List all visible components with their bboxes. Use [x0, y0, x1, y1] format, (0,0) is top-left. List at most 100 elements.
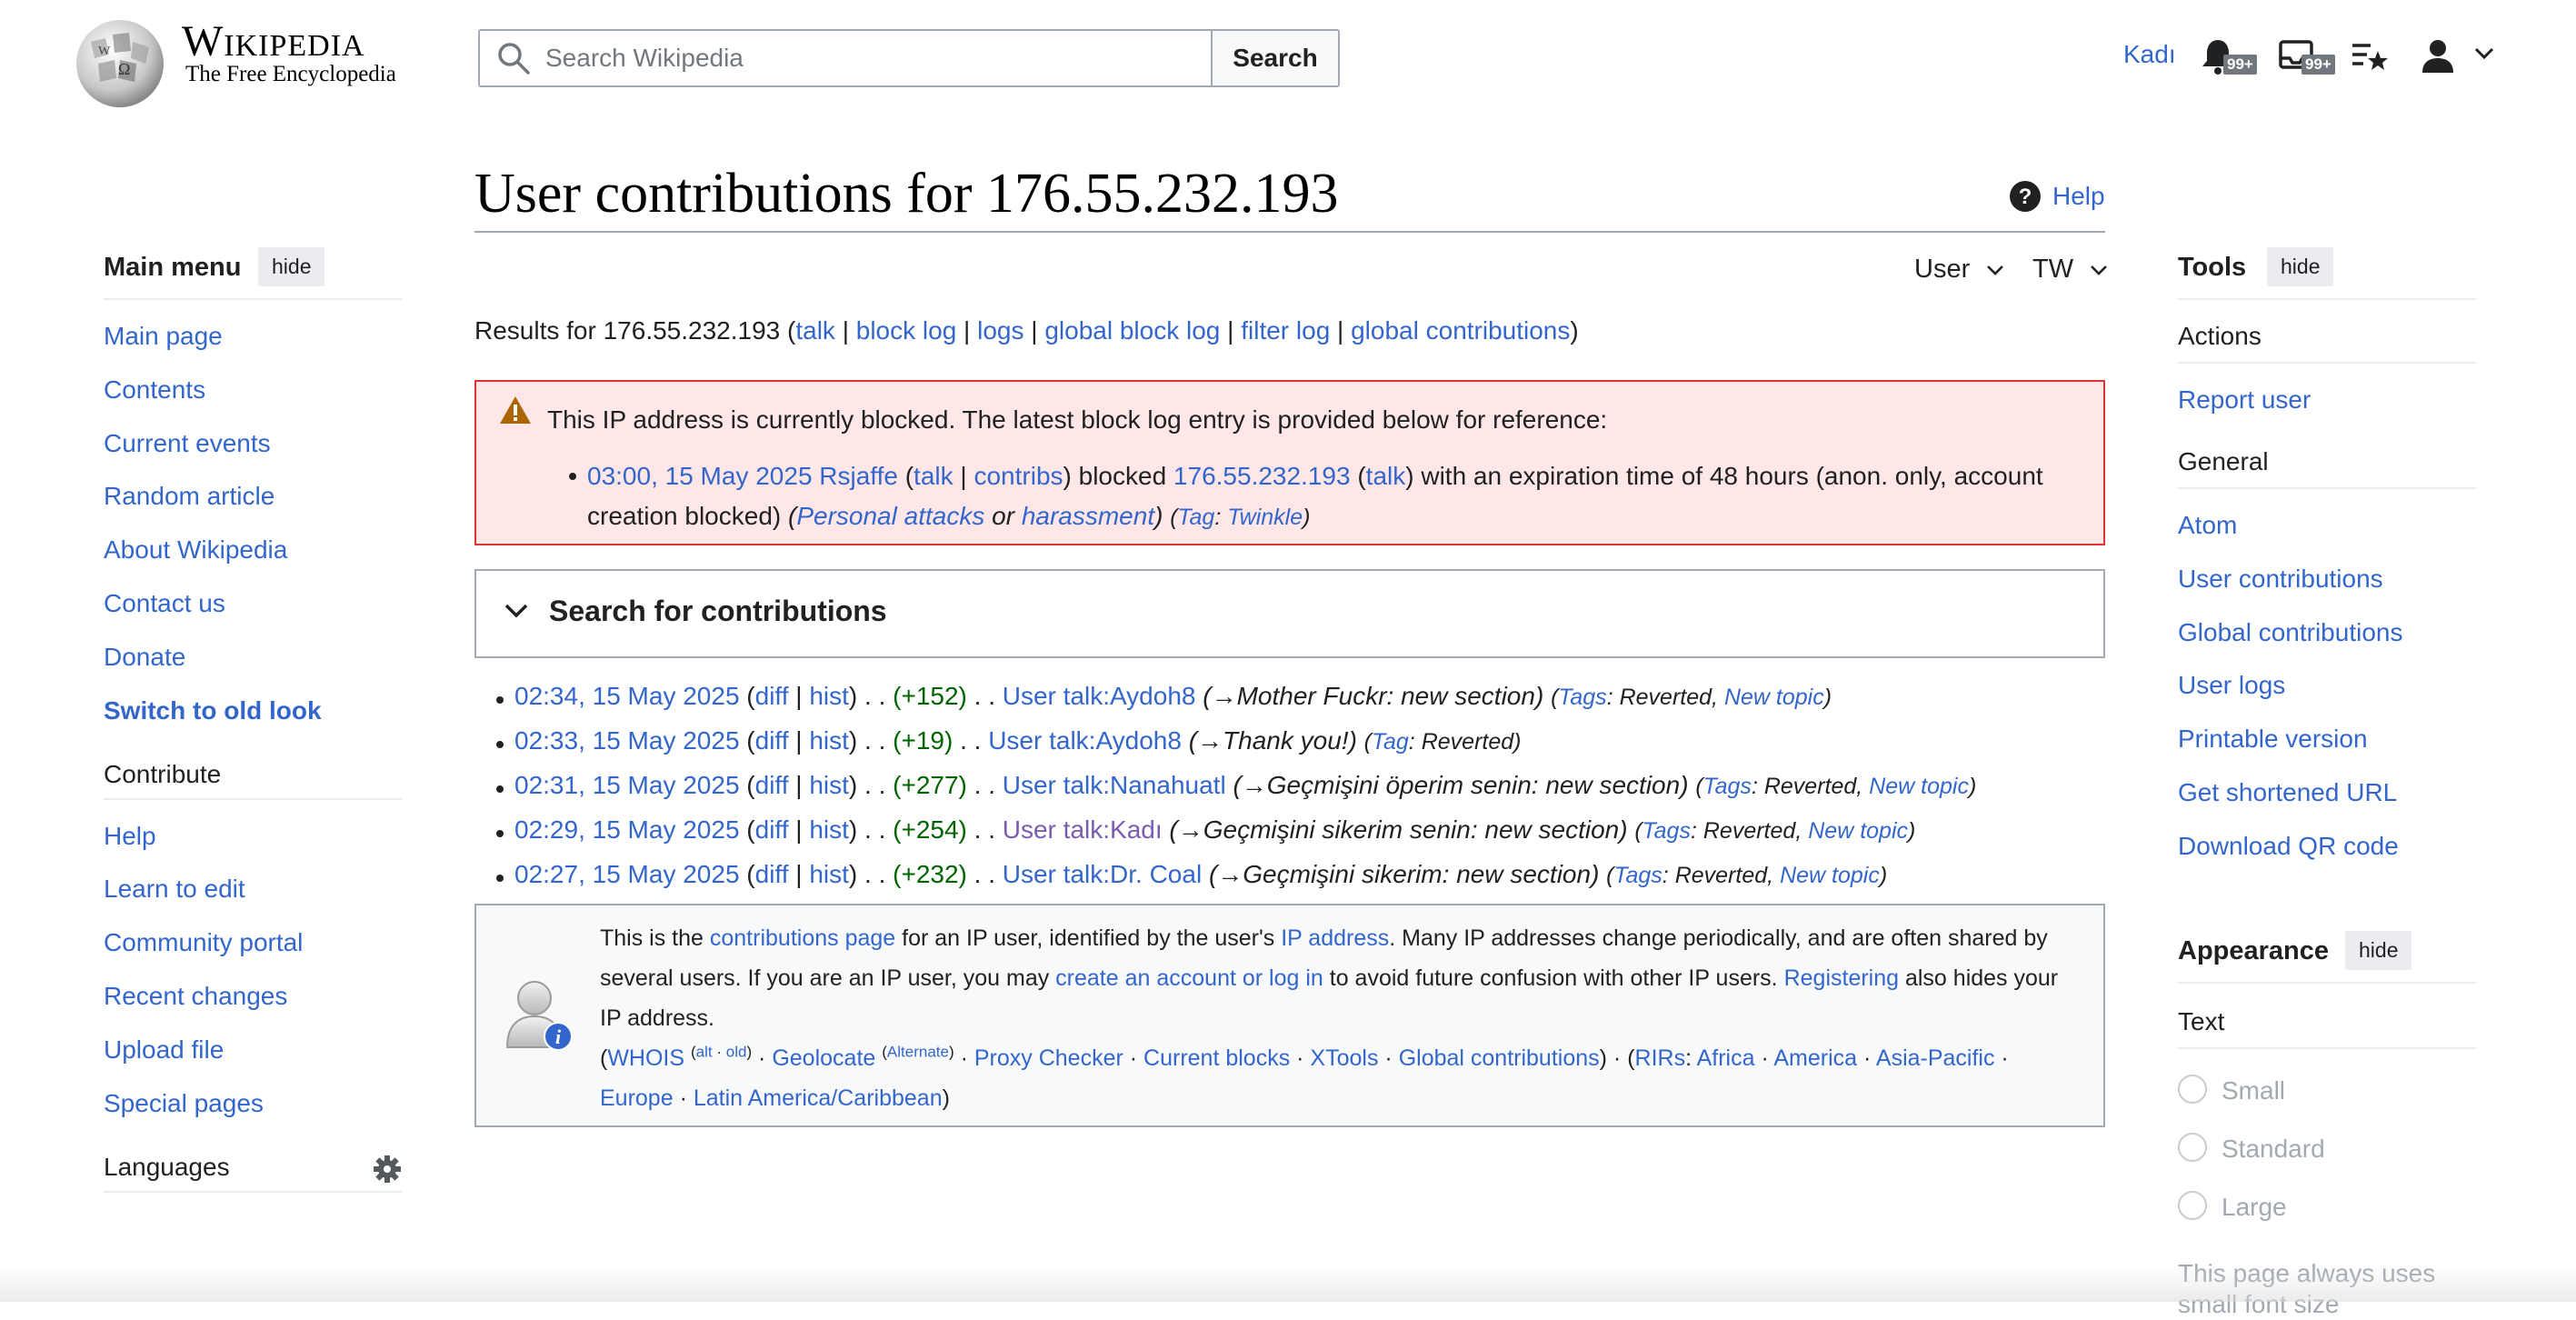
tags-link[interactable]: Tags — [1642, 818, 1691, 844]
whois-link[interactable]: WHOIS — [607, 1045, 684, 1071]
ip-address-link[interactable]: IP address — [1281, 925, 1389, 951]
sidebar-item-random-article[interactable]: Random article — [104, 482, 275, 511]
global-block-log-link[interactable]: global block log — [1044, 316, 1220, 345]
tags-link[interactable]: Tags — [1558, 685, 1606, 710]
diff-link[interactable]: diff — [755, 771, 789, 799]
hist-link[interactable]: hist — [809, 726, 849, 755]
blocked-ip-link[interactable]: 176.55.232.193 — [1173, 462, 1351, 490]
user-contributions-link[interactable]: User contributions — [2178, 565, 2383, 594]
admin-contribs-link[interactable]: contribs — [973, 462, 1063, 490]
search-button[interactable]: Search — [1211, 29, 1340, 87]
diff-link[interactable]: diff — [755, 815, 789, 844]
sidebar-item-special-pages[interactable]: Special pages — [104, 1089, 264, 1118]
sidebar-item-current-events[interactable]: Current events — [104, 429, 271, 458]
diff-link[interactable]: diff — [755, 682, 789, 710]
america-link[interactable]: America — [1773, 1045, 1857, 1071]
contrib-timestamp-link[interactable]: 02:33, 15 May 2025 — [514, 726, 740, 755]
diff-link[interactable]: diff — [755, 726, 789, 755]
tags-link[interactable]: Tags — [1614, 863, 1662, 888]
main-menu-hide-button[interactable]: hide — [258, 247, 325, 286]
atom-link[interactable]: Atom — [2178, 511, 2237, 540]
proxy-checker-link[interactable]: Proxy Checker — [974, 1045, 1123, 1071]
admin-talk-link[interactable]: talk — [914, 462, 954, 490]
watchlist-icon[interactable] — [2349, 36, 2389, 76]
sidebar-item-main-page[interactable]: Main page — [104, 322, 223, 351]
geolocate-link[interactable]: Geolocate — [772, 1045, 875, 1071]
shortened-url-link[interactable]: Get shortened URL — [2178, 778, 2397, 807]
create-account-link[interactable]: create an account or log in — [1055, 965, 1323, 991]
latin-america-link[interactable]: Latin America/Caribbean — [694, 1085, 943, 1111]
sidebar-item-recent-changes[interactable]: Recent changes — [104, 982, 287, 1011]
europe-link[interactable]: Europe — [600, 1085, 674, 1111]
admin-link[interactable]: Rsjaffe — [819, 462, 898, 490]
whois-old-link[interactable]: old — [726, 1044, 747, 1061]
hist-link[interactable]: hist — [809, 771, 849, 799]
sidebar-item-help[interactable]: Help — [104, 822, 156, 851]
chevron-down-icon[interactable] — [502, 596, 531, 625]
hist-link[interactable]: hist — [809, 860, 849, 888]
sidebar-item-community-portal[interactable]: Community portal — [104, 928, 303, 957]
contrib-page-link[interactable]: User talk:Nanahuatl — [1003, 771, 1226, 799]
current-blocks-link[interactable]: Current blocks — [1143, 1045, 1290, 1071]
block-log-link[interactable]: block log — [856, 316, 957, 345]
appearance-hide-button[interactable]: hide — [2345, 931, 2412, 970]
printable-version-link[interactable]: Printable version — [2178, 725, 2368, 754]
tags-link[interactable]: Tag — [1372, 729, 1409, 755]
chevron-down-icon[interactable] — [2474, 47, 2494, 65]
xtools-link[interactable]: XTools — [1310, 1045, 1378, 1071]
rirs-link[interactable]: RIRs — [1635, 1045, 1686, 1071]
sidebar-item-about[interactable]: About Wikipedia — [104, 535, 287, 565]
filter-log-link[interactable]: filter log — [1241, 316, 1330, 345]
twinkle-tag-link[interactable]: Twinkle — [1227, 505, 1303, 530]
harassment-link[interactable]: harassment — [1022, 502, 1154, 530]
help-icon[interactable]: ? — [2009, 180, 2042, 213]
hist-link[interactable]: hist — [809, 682, 849, 710]
personal-attacks-link[interactable]: Personal attacks — [796, 502, 984, 530]
contrib-page-link[interactable]: User talk:Aydoh8 — [1003, 682, 1196, 710]
geolocate-alternate-link[interactable]: Alternate — [887, 1044, 949, 1061]
global-contributions-link[interactable]: global contributions — [1351, 316, 1570, 345]
contrib-page-link[interactable]: User talk:Aydoh8 — [988, 726, 1182, 755]
contrib-timestamp-link[interactable]: 02:31, 15 May 2025 — [514, 771, 740, 799]
tools-global-contributions-link[interactable]: Global contributions — [2178, 618, 2402, 647]
sidebar-item-learn-to-edit[interactable]: Learn to edit — [104, 875, 245, 904]
search-field[interactable] — [478, 29, 1211, 87]
sidebar-item-donate[interactable]: Donate — [104, 643, 185, 672]
whois-alt-link[interactable]: alt — [696, 1044, 713, 1061]
tag-new-topic-link[interactable]: New topic — [1724, 685, 1824, 710]
hist-link[interactable]: hist — [809, 815, 849, 844]
tag-link[interactable]: Tag — [1178, 505, 1215, 530]
tag-new-topic-link[interactable]: New topic — [1869, 774, 1969, 799]
contrib-timestamp-link[interactable]: 02:29, 15 May 2025 — [514, 815, 740, 844]
radio-large[interactable] — [2178, 1191, 2207, 1220]
sidebar-item-contents[interactable]: Contents — [104, 375, 205, 405]
user-avatar-icon[interactable] — [2418, 36, 2458, 76]
contributions-page-link[interactable]: contributions page — [710, 925, 895, 951]
tools-hide-button[interactable]: hide — [2267, 247, 2334, 286]
wikipedia-globe-logo[interactable]: Ω W — [73, 15, 167, 109]
diff-link[interactable]: diff — [755, 860, 789, 888]
user-page-link[interactable]: Kadı — [2123, 40, 2176, 69]
contrib-timestamp-link[interactable]: 02:27, 15 May 2025 — [514, 860, 740, 888]
contrib-timestamp-link[interactable]: 02:34, 15 May 2025 — [514, 682, 740, 710]
search-input[interactable] — [544, 43, 1183, 74]
radio-small[interactable] — [2178, 1075, 2207, 1104]
contrib-page-link[interactable]: User talk:Kadı — [1003, 815, 1163, 844]
asia-pacific-link[interactable]: Asia-Pacific — [1876, 1045, 1995, 1071]
user-logs-link[interactable]: User logs — [2178, 671, 2285, 700]
user-dropdown[interactable]: User — [1914, 255, 2004, 285]
sidebar-item-contact[interactable]: Contact us — [104, 589, 225, 618]
tag-new-topic-link[interactable]: New topic — [1780, 863, 1880, 888]
search-contributions-label[interactable]: Search for contributions — [549, 595, 887, 628]
wordmark[interactable]: Wikipedia — [182, 16, 365, 66]
registering-link[interactable]: Registering — [1784, 965, 1899, 991]
help-link[interactable]: Help — [2052, 182, 2105, 211]
info-global-contributions-link[interactable]: Global contributions — [1399, 1045, 1600, 1071]
tag-new-topic-link[interactable]: New topic — [1808, 818, 1908, 844]
block-timestamp-link[interactable]: 03:00, 15 May 2025 — [587, 462, 813, 490]
contrib-page-link[interactable]: User talk:Dr. Coal — [1003, 860, 1202, 888]
radio-standard[interactable] — [2178, 1133, 2207, 1162]
logs-link[interactable]: logs — [977, 316, 1023, 345]
tw-dropdown[interactable]: TW — [2032, 255, 2108, 285]
africa-link[interactable]: Africa — [1697, 1045, 1755, 1071]
